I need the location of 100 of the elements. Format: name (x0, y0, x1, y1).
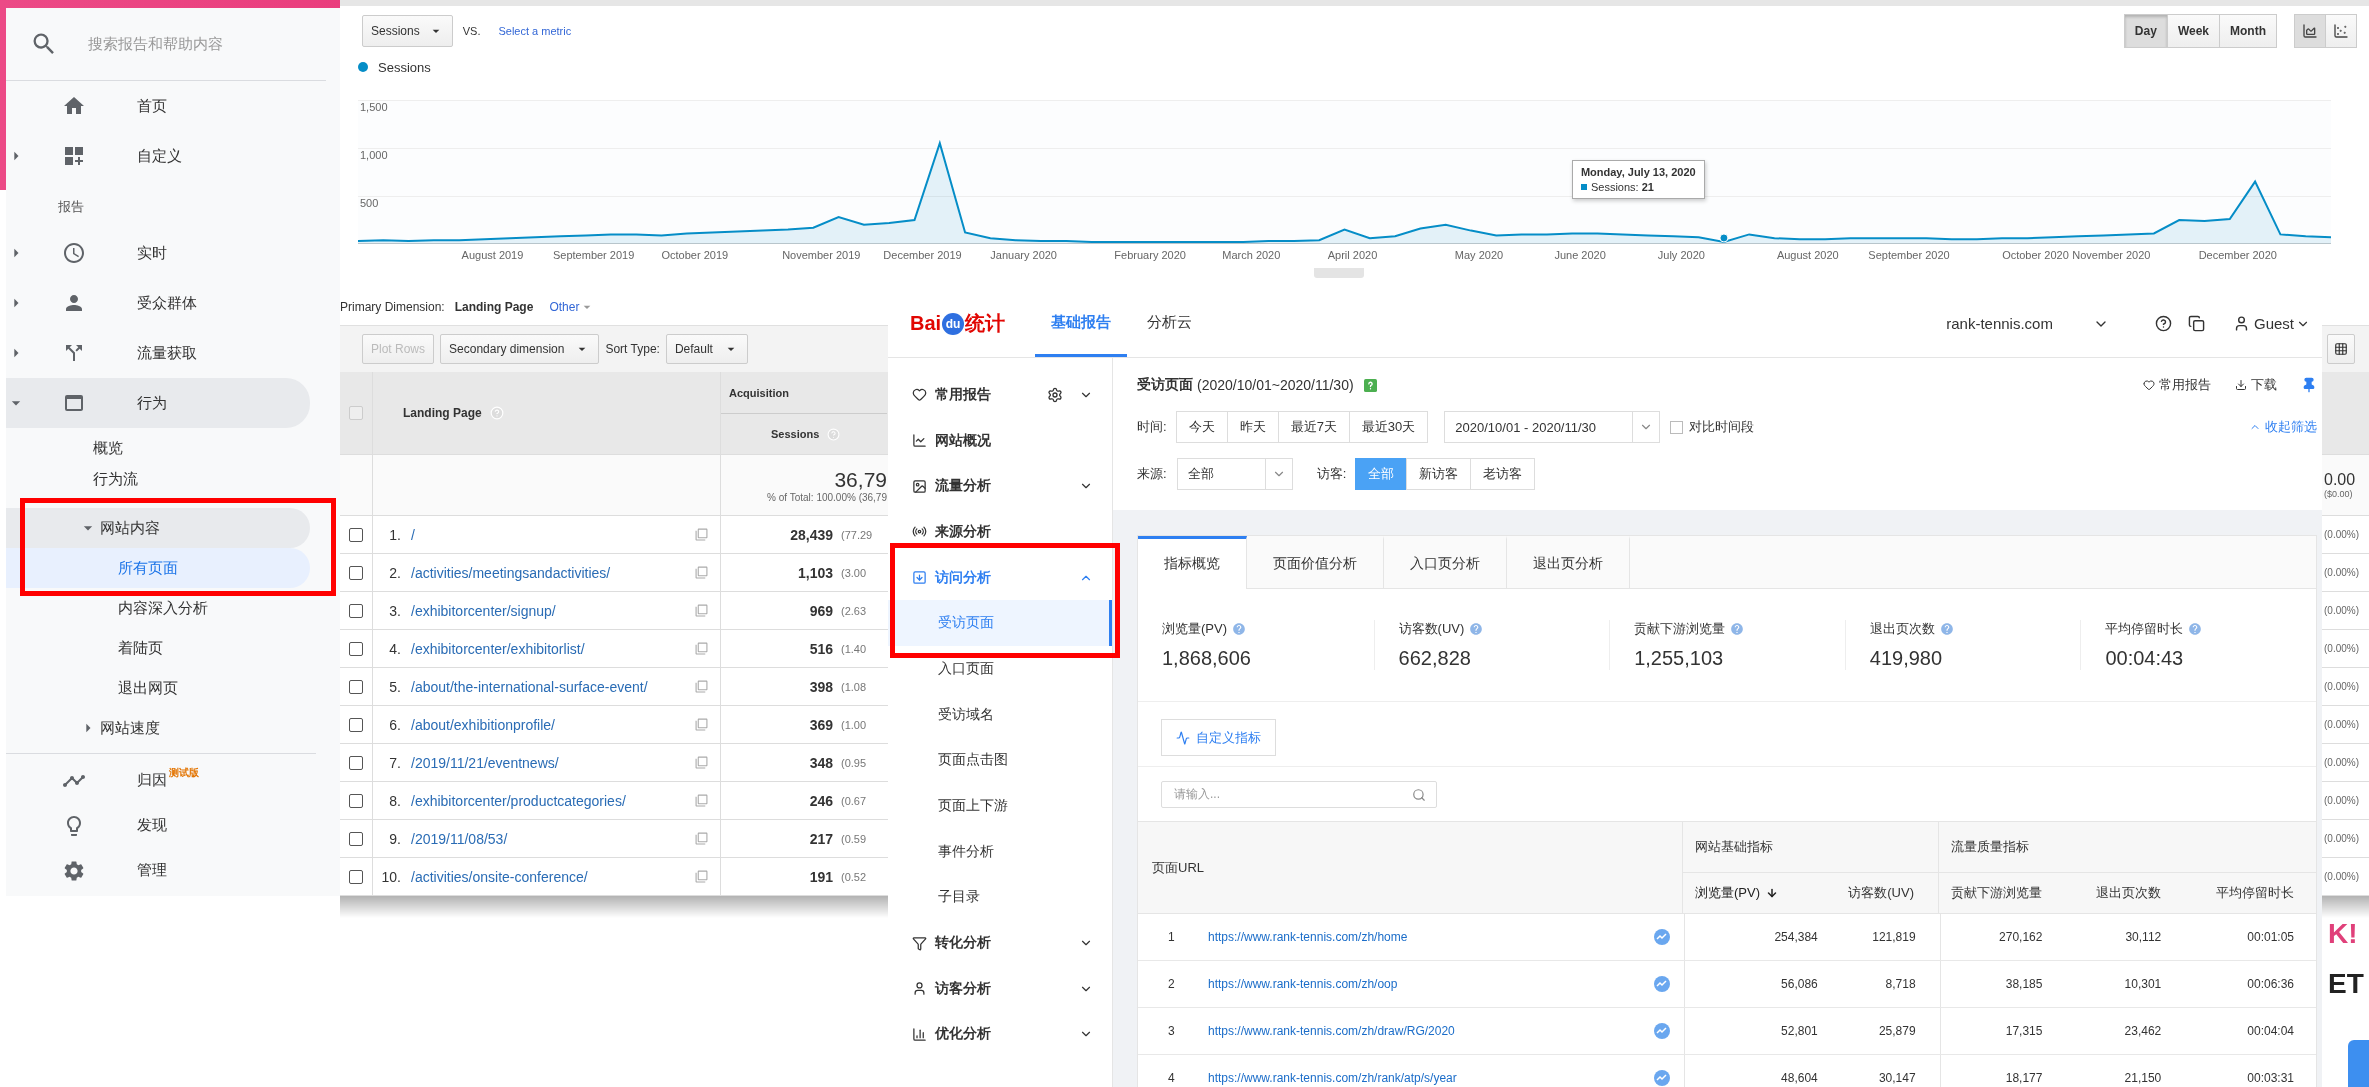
page-link[interactable]: /2019/11/08/53/ (411, 830, 508, 847)
range-option[interactable]: 最近30天 (1348, 411, 1429, 443)
nav-item[interactable]: 页面上下游 (888, 783, 1112, 829)
trend-icon[interactable] (1654, 1023, 1671, 1039)
column-header[interactable]: 退出页次数 (2054, 873, 2173, 913)
page-link[interactable]: /exhibitorcenter/productcategories/ (411, 792, 626, 809)
custom-metrics-button[interactable]: 自定义指标 (1161, 719, 1276, 756)
page-link[interactable]: /exhibitorcenter/signup/ (411, 602, 556, 619)
nav-item[interactable]: 访问分析 (935, 568, 991, 587)
range-option[interactable]: 昨天 (1226, 411, 1279, 443)
nav-item[interactable]: 归因 (137, 771, 167, 790)
visitor-option[interactable]: 新访客 (1406, 458, 1472, 490)
column-header[interactable]: Sessions (771, 428, 820, 440)
other-link[interactable]: Other (549, 300, 580, 314)
page-link[interactable]: /activities/meetingsandactivities/ (411, 564, 611, 581)
nav-item[interactable]: 行为 (137, 393, 167, 413)
nav-item[interactable]: 网站内容 (100, 518, 160, 538)
sort-dropdown[interactable]: Default (665, 334, 748, 364)
nav-item[interactable]: 网站概况 (935, 431, 991, 450)
metric-dropdown[interactable]: Sessions (362, 15, 453, 47)
favorite-link[interactable]: 常用报告 (2143, 376, 2211, 394)
date-range-picker[interactable]: 2020/10/01 - 2020/11/30 (1444, 411, 1661, 443)
open-link-icon[interactable] (695, 528, 708, 541)
nav-item[interactable]: 概览 (93, 438, 123, 458)
nav-item[interactable]: 管理 (137, 861, 167, 880)
period-button[interactable]: Month (2219, 14, 2277, 48)
column-header[interactable]: 访客数(UV) (1826, 873, 1938, 913)
row-checkbox[interactable] (349, 793, 363, 808)
row-checkbox[interactable] (349, 603, 363, 618)
nav-item[interactable]: 页面点击图 (888, 737, 1112, 784)
help-icon[interactable] (2154, 315, 2172, 332)
open-link-icon[interactable] (695, 642, 708, 655)
row-checkbox[interactable] (349, 755, 363, 770)
nav-item[interactable]: 流量获取 (137, 343, 197, 363)
visitor-option[interactable]: 老访客 (1470, 458, 1536, 490)
nav-item[interactable]: 子目录 (888, 874, 1112, 921)
open-link-icon[interactable] (695, 718, 708, 731)
row-checkbox[interactable] (349, 869, 363, 884)
nav-item[interactable]: 行为流 (93, 470, 138, 489)
page-link[interactable]: /exhibitorcenter/exhibitorlist/ (411, 640, 585, 657)
page-url-link[interactable]: https://www.rank-tennis.com/zh/rank/atp/s/year (1208, 1071, 1457, 1085)
copy-icon[interactable] (2187, 315, 2205, 332)
nav-item[interactable]: 常用报告 (935, 385, 991, 404)
report-tab[interactable]: 入口页分析 (1384, 536, 1507, 589)
page-url-link[interactable]: https://www.rank-tennis.com/zh/home (1208, 930, 1408, 944)
page-link[interactable]: /about/exhibitionprofile/ (411, 716, 555, 733)
page-url-link[interactable]: https://www.rank-tennis.com/zh/draw/RG/2020 (1208, 1024, 1455, 1038)
nav-item[interactable]: 入口页面 (888, 646, 1112, 692)
scatter-chart-button[interactable] (2325, 14, 2357, 48)
nav-item[interactable]: 内容深入分析 (118, 598, 208, 618)
nav-item[interactable]: 所有页面 (118, 558, 178, 578)
open-link-icon[interactable] (695, 794, 708, 807)
nav-item[interactable]: 转化分析 (935, 934, 991, 953)
column-header[interactable]: Landing Page (403, 406, 482, 420)
row-checkbox[interactable] (349, 641, 363, 656)
grid-view-button[interactable] (2327, 334, 2355, 364)
open-link-icon[interactable] (695, 832, 708, 845)
collapse-handle[interactable] (1314, 268, 1364, 278)
site-selector[interactable]: rank-tennis.com (1946, 315, 2053, 332)
period-button[interactable]: Day (2123, 14, 2168, 48)
nav-item[interactable]: 网站速度 (100, 718, 160, 738)
nav-item[interactable]: 访客分析 (935, 979, 991, 998)
page-link[interactable]: /2019/11/21/eventnews/ (411, 754, 559, 771)
compare-checkbox[interactable] (1670, 420, 1684, 434)
range-option[interactable]: 最近7天 (1277, 411, 1350, 443)
period-button[interactable]: Week (2166, 14, 2220, 48)
page-link[interactable]: /activities/onsite-conference/ (411, 868, 588, 885)
nav-item[interactable]: 自定义 (137, 146, 182, 166)
open-link-icon[interactable] (695, 566, 708, 579)
range-option[interactable]: 今天 (1175, 411, 1228, 443)
column-header[interactable]: 浏览量(PV) (1683, 873, 1826, 913)
nav-item[interactable]: 受访域名 (888, 691, 1112, 738)
column-header[interactable]: 贡献下游浏览量 (1939, 873, 2054, 913)
download-link[interactable]: 下载 (2235, 376, 2277, 394)
column-header[interactable]: 平均停留时长 (2173, 873, 2316, 913)
secondary-dimension-dropdown[interactable]: Secondary dimension (440, 334, 600, 364)
page-link[interactable]: / (411, 526, 415, 543)
open-link-icon[interactable] (695, 756, 708, 769)
report-tab[interactable]: 页面价值分析 (1247, 536, 1384, 589)
row-checkbox[interactable] (349, 717, 363, 732)
nav-item[interactable]: 着陆页 (118, 638, 163, 658)
nav-item[interactable]: 流量分析 (935, 477, 991, 496)
report-tab[interactable]: 退出页分析 (1507, 536, 1630, 589)
row-checkbox[interactable] (349, 565, 363, 580)
trend-icon[interactable] (1654, 929, 1671, 945)
trend-icon[interactable] (1654, 1070, 1671, 1086)
trend-icon[interactable] (1654, 976, 1671, 992)
source-dropdown[interactable]: 全部 (1176, 458, 1293, 490)
select-metric-link[interactable]: Select a metric (498, 25, 572, 37)
nav-item[interactable]: 退出网页 (118, 678, 178, 698)
row-checkbox[interactable] (349, 831, 363, 846)
nav-item[interactable]: 来源分析 (935, 522, 991, 541)
nav-item[interactable]: 受访页面 (888, 600, 1112, 647)
nav-item[interactable]: 实时 (137, 243, 167, 263)
page-link[interactable]: /about/the-international-surface-event/ (411, 678, 648, 695)
line-chart-button[interactable] (2294, 14, 2326, 48)
open-link-icon[interactable] (695, 604, 708, 617)
open-link-icon[interactable] (695, 870, 708, 883)
nav-item[interactable]: 事件分析 (888, 828, 1112, 875)
user-menu[interactable]: Guest (2253, 315, 2294, 332)
